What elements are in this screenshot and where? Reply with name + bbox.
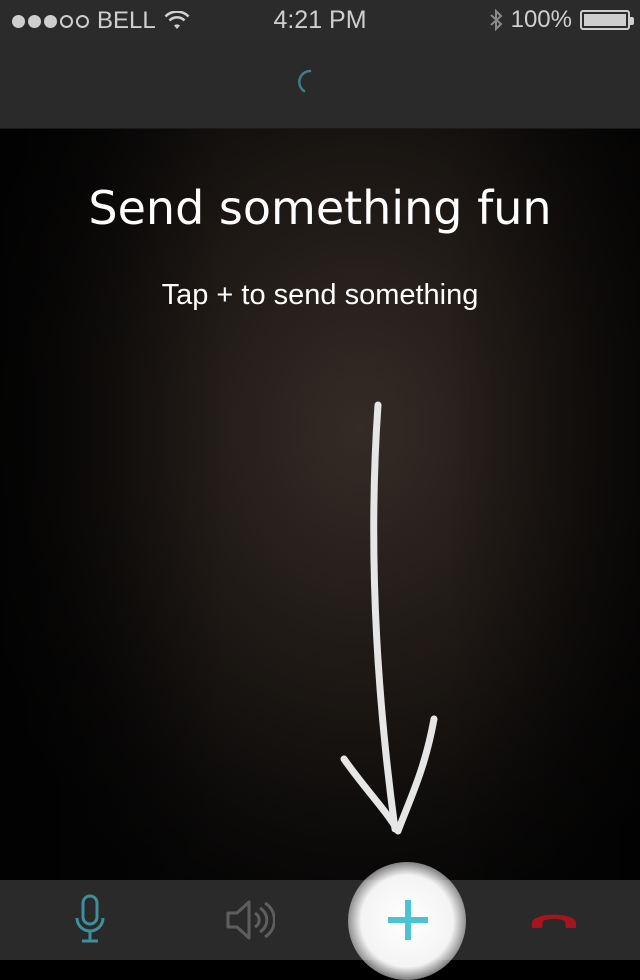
speaker-icon bbox=[226, 900, 275, 940]
video-shading bbox=[0, 129, 640, 880]
bluetooth-icon bbox=[489, 8, 503, 32]
mute-button[interactable] bbox=[10, 880, 170, 960]
end-call-icon bbox=[532, 914, 576, 928]
call-toolbar bbox=[0, 862, 640, 980]
microphone-icon bbox=[75, 894, 105, 943]
status-bar: BELL 4:21 PM 100% bbox=[0, 0, 640, 40]
plus-icon bbox=[388, 900, 428, 940]
arrow-down-icon bbox=[340, 401, 438, 835]
header-bar bbox=[0, 40, 640, 129]
battery-percent: 100% bbox=[510, 6, 572, 33]
status-right: 100% bbox=[489, 6, 634, 34]
end-call-button[interactable] bbox=[474, 880, 634, 960]
speaker-button[interactable] bbox=[170, 880, 330, 960]
battery-icon bbox=[580, 10, 634, 30]
add-button[interactable] bbox=[328, 880, 488, 960]
overlay-subtitle: Tap + to send something bbox=[161, 279, 479, 311]
video-feed[interactable]: Send something fun Tap + to send somethi… bbox=[0, 129, 640, 880]
spinner-icon bbox=[298, 69, 312, 93]
overlay-title: Send something fun bbox=[88, 181, 552, 235]
